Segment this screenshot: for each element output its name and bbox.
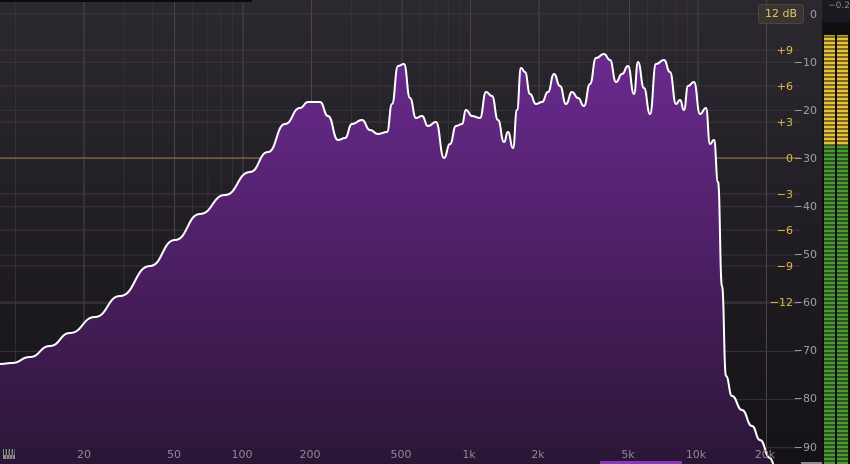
gain-label-minus-3: −3 — [777, 188, 793, 201]
freq-label-200: 200 — [300, 448, 321, 461]
freq-label-100: 100 — [232, 448, 253, 461]
gain-label-minus-6: −6 — [777, 224, 793, 237]
title-bar-edge — [0, 0, 252, 2]
range-button[interactable]: 12 dB — [758, 4, 804, 24]
freq-label-10k: 10k — [686, 448, 707, 461]
gain-label-plus-6: +6 — [777, 80, 793, 93]
freq-label-5k: 5k — [621, 448, 635, 461]
db-label-minus-90: −90 — [794, 441, 817, 454]
gain-label-0: 0 — [786, 152, 793, 165]
db-label-minus-10: −10 — [794, 56, 817, 69]
freq-label-20: 20 — [77, 448, 91, 461]
gain-label-plus-3: +3 — [777, 116, 793, 129]
gain-label-plus-9: +9 — [777, 44, 793, 57]
spectrum-analyzer: +9 +6 +3 0 −3 −6 −9 −12 0 −10 −20 −30 −4… — [0, 0, 850, 464]
output-level-meter — [822, 22, 850, 464]
db-label-minus-30: −30 — [794, 152, 817, 165]
freq-label-500: 500 — [391, 448, 412, 461]
gain-label-minus-12: −12 — [770, 296, 793, 309]
meter-peak-readout: −0.2 — [828, 1, 850, 11]
db-label-0: 0 — [810, 8, 817, 21]
freq-label-20k: 20k — [755, 448, 776, 461]
db-label-minus-50: −50 — [794, 248, 817, 261]
db-label-minus-20: −20 — [794, 104, 817, 117]
gain-label-minus-9: −9 — [777, 260, 793, 273]
db-label-minus-60: −60 — [794, 296, 817, 309]
db-label-minus-40: −40 — [794, 200, 817, 213]
piano-keys-icon[interactable] — [3, 449, 15, 459]
freq-label-50: 50 — [167, 448, 181, 461]
freq-label-1k: 1k — [462, 448, 476, 461]
freq-label-2k: 2k — [531, 448, 545, 461]
db-label-minus-80: −80 — [794, 392, 817, 405]
spectrum-display: +9 +6 +3 0 −3 −6 −9 −12 0 −10 −20 −30 −4… — [0, 0, 822, 464]
db-label-minus-70: −70 — [794, 344, 817, 357]
